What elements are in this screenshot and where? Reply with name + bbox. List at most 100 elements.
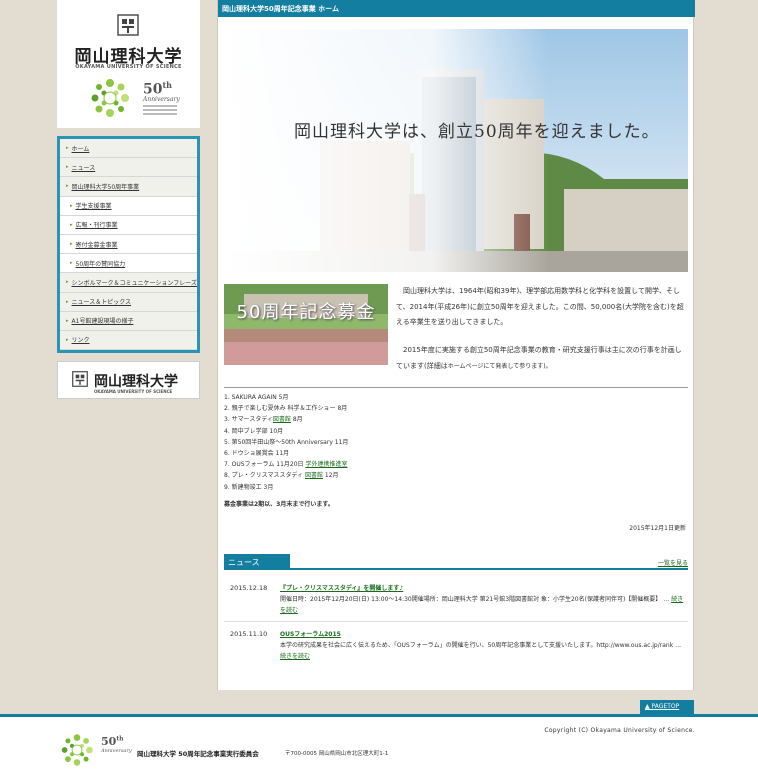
events-note: 募金事業は2期以、3月末まで行います。 xyxy=(224,501,334,508)
event-link[interactable]: 学外連携推進室 xyxy=(305,461,347,468)
sidebar-item-label[interactable]: 学生支援事業 xyxy=(76,201,112,210)
news-summary: 本学の研究成果を社会に広く伝えるため、「OUSフォーラム」の開催を行い、50周年… xyxy=(280,642,682,649)
sidebar-item[interactable]: ▸ A1号館建設現場の様子 xyxy=(60,311,197,331)
breadcrumb: 岡山理科大学50周年記念事業 ホーム xyxy=(218,0,695,17)
arrow-right-icon: ▸ xyxy=(66,317,69,324)
event-item: 7. OUSフォーラム 11月20日 学外連携推進室 xyxy=(224,459,688,470)
event-item: 4. 岡中ブレ学部 10月 xyxy=(224,426,688,437)
anniversary-number: 50th xyxy=(143,80,172,98)
event-item: 3. サマースタディ図書館 8月 xyxy=(224,414,688,425)
event-text: 2. 親子で楽しむ夏休み 科学＆工作ショー 8月 xyxy=(224,405,348,413)
sidebar-item-label[interactable]: ニュース＆トピックス xyxy=(72,297,132,306)
sidebar-item-label[interactable]: リンク xyxy=(72,335,90,344)
news-date: 2015.12.18 xyxy=(230,584,268,592)
sidebar-item[interactable]: ▸ 50周年の賛同協力 xyxy=(60,254,197,274)
event-link[interactable]: 図書館 xyxy=(305,472,323,479)
sidebar-item-label[interactable]: ニュース xyxy=(72,163,96,172)
news-item: 2015.12.18 『プレ・クリスマススタディ』を開催します♪ 開催日時：20… xyxy=(230,584,684,614)
event-text: 8. プレ・クリスマススタディ xyxy=(224,472,305,480)
arrow-right-icon: ▸ xyxy=(66,183,69,190)
sidebar-item-label[interactable]: A1号館建設現場の様子 xyxy=(72,316,134,325)
event-text: 3. サマースタディ xyxy=(224,416,273,424)
hero-image: 岡山理科大学は、創立50周年を迎えました。 xyxy=(224,29,688,272)
arrow-right-icon: ▸ xyxy=(66,164,69,171)
pagetop-button[interactable]: ▲ PAGETOP xyxy=(640,700,694,714)
news-item: 2015.11.10 OUSフォーラム2015 本学の研究成果を社会に広く伝える… xyxy=(224,629,688,669)
event-item: 9. 新建物竣工 3月 xyxy=(224,482,688,493)
sidebar-item[interactable]: ▸ 岡山理科大学50周年事業 xyxy=(60,177,197,197)
event-text: 5. 第50回半田山祭～50th Anniversary 11月 xyxy=(224,438,349,446)
arrow-right-icon: ▸ xyxy=(70,221,73,228)
anniversary-symbol-icon xyxy=(61,734,93,766)
sidebar-item[interactable]: ▸ 学生支援事業 xyxy=(60,196,197,216)
intro-text: 岡山理科大学は、1964年(昭和39年)、理学部応用数学科と化学科を設置して開学… xyxy=(396,284,688,375)
event-item: 5. 第50回半田山祭～50th Anniversary 11月 xyxy=(224,437,688,448)
intro-paragraph-2: 2015年度に実施する創立50周年記念事業の教育・研究支援行事は主に次の行事を計… xyxy=(396,346,682,370)
event-text: 7. OUSフォーラム 11月20日 xyxy=(224,461,306,469)
arrow-right-icon: ▸ xyxy=(66,145,69,152)
news-title-link[interactable]: 『プレ・クリスマススタディ』を開催します♪ xyxy=(280,585,403,592)
update-date: 2015年12月1日更新 xyxy=(629,525,686,532)
event-item: 1. SAKURA AGAIN 5月 xyxy=(224,392,688,403)
news-divider xyxy=(224,621,688,622)
event-link[interactable]: 図書館 xyxy=(273,416,291,423)
sidebar-item[interactable]: ▸ ニュース＆トピックス xyxy=(60,292,197,312)
event-item: 6. ドウショ展賞会 11月 xyxy=(224,448,688,459)
divider xyxy=(224,387,688,388)
news-summary: 開催日時：2015年12月20日(日) 13:00～14:30開催場所：岡山理科… xyxy=(280,596,662,603)
sidebar-item[interactable]: ▸ ニュース xyxy=(60,158,197,178)
fundraising-title: 50周年記念募金 xyxy=(236,302,376,323)
university-seal-icon xyxy=(117,14,139,36)
arrow-right-icon: ▸ xyxy=(70,241,73,248)
footer-anniversary-number: 50th xyxy=(101,735,124,748)
banner-name-jp: 岡山理科大学 xyxy=(94,374,178,390)
event-text: 1. SAKURA AGAIN 5月 xyxy=(224,394,289,401)
sidebar-item-label[interactable]: シンボルマーク＆コミュニケーションフレーズ xyxy=(72,278,197,287)
arrow-right-icon: ▸ xyxy=(66,336,69,343)
university-banner[interactable]: 岡山理科大学 OKAYAMA UNIVERSITY OF SCIENCE xyxy=(57,361,200,399)
event-text: 6. ドウショ展賞会 11月 xyxy=(224,450,290,458)
footer-anniversary-word: Anniversary xyxy=(101,748,132,754)
group-photo xyxy=(224,284,388,365)
banner-name-en: OKAYAMA UNIVERSITY OF SCIENCE xyxy=(94,389,173,394)
sidebar-item-label[interactable]: 50周年の賛同協力 xyxy=(76,259,126,268)
arrow-right-icon: ▸ xyxy=(70,202,73,209)
sidebar-item[interactable]: ▸ リンク xyxy=(60,330,197,351)
sidebar-nav: ▸ ホーム ▸ ニュース ▸ 岡山理科大学50周年事業 ▸ 学生支援事業 ▸ 広報・刊行事業 ▸ 寄付… xyxy=(57,136,200,353)
intro-paragraph-1: 岡山理科大学は、1964年(昭和39年)、理学部応用数学科と化学科を設置して開学… xyxy=(396,287,684,327)
news-more-link[interactable]: 一覧を見る xyxy=(658,558,688,567)
sidebar-item-label[interactable]: 岡山理科大学50周年事業 xyxy=(72,182,140,191)
read-more-link[interactable]: 続きを読む xyxy=(280,653,310,660)
arrow-right-icon: ▸ xyxy=(66,298,69,305)
news-title-link[interactable]: OUSフォーラム2015 xyxy=(280,631,341,638)
site-logo[interactable]: 岡山理科大学 OKAYAMA UNIVERSITY OF SCIENCE 50t… xyxy=(57,0,200,128)
sidebar-item[interactable]: ▸ シンボルマーク＆コミュニケーションフレーズ xyxy=(60,273,197,293)
arrow-right-icon: ▸ xyxy=(70,260,73,267)
event-month: 12月 xyxy=(322,472,339,480)
event-text: 4. 岡中ブレ学部 10月 xyxy=(224,427,284,435)
sidebar-item[interactable]: ▸ 寄付金募金事業 xyxy=(60,234,197,255)
footer-organization: 岡山理科大学 50周年記念事業実行委員会 xyxy=(137,750,259,758)
news-header: ニュース 一覧を見る xyxy=(224,554,688,570)
event-list: 1. SAKURA AGAIN 5月 2. 親子で楽しむ夏休み 科学＆工作ショー … xyxy=(224,392,688,493)
campus-photo xyxy=(224,29,688,272)
hero-title: 岡山理科大学は、創立50周年を迎えました。 xyxy=(294,122,660,142)
sidebar-item[interactable]: ▸ ホーム xyxy=(60,139,197,159)
university-seal-icon xyxy=(72,371,88,387)
sidebar-item-label[interactable]: 広報・刊行事業 xyxy=(76,220,118,229)
anniversary-word: Anniversary xyxy=(143,96,180,103)
footer: Copyright (C) Okayama University of Scie… xyxy=(0,714,758,780)
fundraising-banner[interactable]: 50周年記念募金 xyxy=(224,284,388,365)
sidebar-item-label[interactable]: ホーム xyxy=(72,144,90,153)
event-month: 8月 xyxy=(290,416,303,424)
anniversary-symbol-icon xyxy=(91,79,129,117)
sidebar-item-label[interactable]: 寄付金募金事業 xyxy=(76,240,118,249)
news-heading: ニュース xyxy=(224,554,290,570)
event-text: 9. 新建物竣工 3月 xyxy=(224,483,274,491)
main-content: 岡山理科大学50周年記念事業 ホーム 岡山理科大学は、創立50周年を迎えました。… xyxy=(217,0,695,690)
arrow-right-icon: ▸ xyxy=(66,279,69,286)
news-date: 2015.11.10 xyxy=(230,630,268,638)
sidebar-item[interactable]: ▸ 広報・刊行事業 xyxy=(60,215,197,235)
event-item: 8. プレ・クリスマススタディ 図書館 12月 xyxy=(224,470,688,481)
event-item: 2. 親子で楽しむ夏休み 科学＆工作ショー 8月 xyxy=(224,403,688,414)
